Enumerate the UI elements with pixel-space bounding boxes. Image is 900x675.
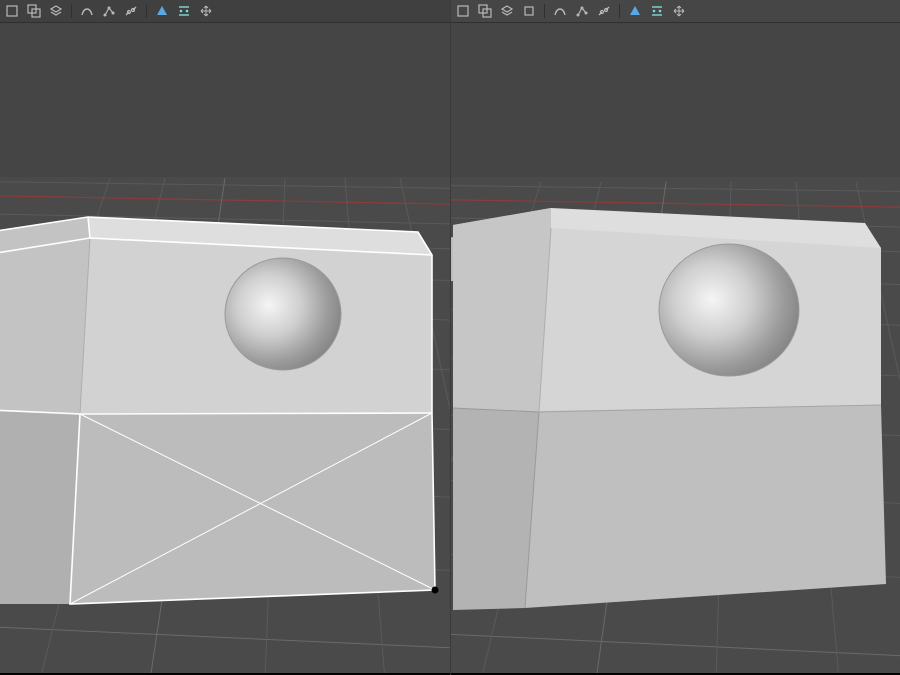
viewport-left[interactable] (0, 0, 450, 675)
hole (659, 244, 799, 376)
copy-icon[interactable] (24, 2, 44, 20)
link-icon[interactable] (594, 2, 614, 20)
isolate-icon[interactable] (453, 2, 473, 20)
copy-icon[interactable] (475, 2, 495, 20)
hole (225, 258, 341, 370)
vertex[interactable] (432, 587, 439, 594)
toolbar-left (0, 0, 450, 23)
viewport-canvas-left[interactable] (0, 0, 450, 675)
layers-icon[interactable] (46, 2, 66, 20)
viewport-right[interactable] (450, 0, 900, 675)
camera-icon[interactable] (174, 2, 194, 20)
blank-icon[interactable] (519, 2, 539, 20)
toolbar-separator (544, 4, 545, 18)
layers-icon[interactable] (497, 2, 517, 20)
curve-icon[interactable] (550, 2, 570, 20)
move-icon[interactable] (196, 2, 216, 20)
viewport-canvas-right[interactable] (451, 0, 900, 675)
link-icon[interactable] (121, 2, 141, 20)
camera-icon[interactable] (647, 2, 667, 20)
graph-icon[interactable] (99, 2, 119, 20)
toolbar-separator (619, 4, 620, 18)
move-icon[interactable] (669, 2, 689, 20)
toolbar-separator (71, 4, 72, 18)
mesh-object[interactable] (0, 217, 439, 604)
toolbar-separator (146, 4, 147, 18)
graph-icon[interactable] (572, 2, 592, 20)
perspective-icon[interactable] (152, 2, 172, 20)
isolate-icon[interactable] (2, 2, 22, 20)
mesh-object[interactable] (453, 208, 886, 610)
curve-icon[interactable] (77, 2, 97, 20)
perspective-icon[interactable] (625, 2, 645, 20)
toolbar-right (451, 0, 900, 23)
